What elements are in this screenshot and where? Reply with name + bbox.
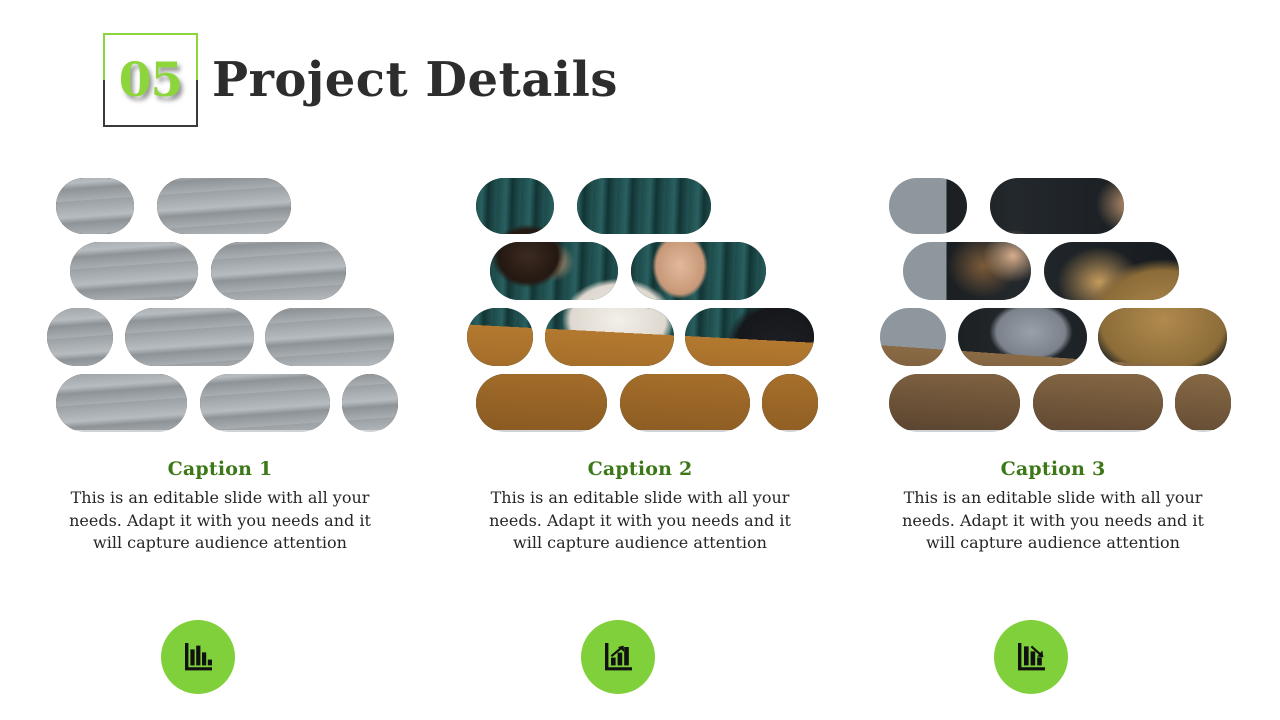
collage-photo-fragment <box>545 308 674 366</box>
caption-body-3: This is an editable slide with all your … <box>902 488 1204 552</box>
collage-tile <box>880 308 946 366</box>
collage-photo-fragment <box>958 308 1087 366</box>
caption-body-1: This is an editable slide with all your … <box>69 488 371 552</box>
collage-photo-fragment <box>342 374 398 430</box>
icon-badge-3[interactable] <box>994 620 1068 694</box>
collage-photo-fragment <box>56 374 187 430</box>
collage-tile <box>125 308 254 366</box>
collage-tile <box>490 242 618 300</box>
collage-tile <box>889 374 1020 432</box>
icon-badge-1[interactable] <box>161 620 235 694</box>
bar-chart-decline-arrow-icon <box>1014 640 1048 674</box>
collage-tile <box>56 374 187 432</box>
collage-photo-fragment <box>56 178 134 234</box>
collage-tile <box>157 178 291 234</box>
collage-tile <box>467 308 533 366</box>
collage-tile <box>47 308 113 366</box>
collage-tile <box>211 242 346 300</box>
content-column-3: Caption 3 This is an editable slide with… <box>863 170 1243 710</box>
collage-tile <box>631 242 766 300</box>
collage-tile <box>990 178 1124 234</box>
caption-block-3: Caption 3 This is an editable slide with… <box>863 458 1243 555</box>
photo-collage-2 <box>450 170 830 432</box>
collage-photo-fragment <box>1098 308 1227 366</box>
icon-badge-2[interactable] <box>581 620 655 694</box>
collage-tile <box>620 374 750 432</box>
collage-photo-fragment <box>762 374 818 430</box>
collage-tile <box>545 308 674 366</box>
content-column-2: Caption 2 This is an editable slide with… <box>450 170 830 710</box>
collage-tile <box>903 242 1031 300</box>
section-number: 05 <box>118 52 183 108</box>
collage-tile <box>1098 308 1227 366</box>
collage-photo-fragment <box>620 374 750 430</box>
collage-photo-fragment <box>631 242 766 300</box>
collage-photo-fragment <box>889 374 1020 430</box>
collage-photo-fragment <box>476 178 554 234</box>
collage-tile <box>577 178 711 234</box>
collage-photo-fragment <box>990 178 1124 234</box>
content-columns: Caption 1 This is an editable slide with… <box>0 170 1280 710</box>
collage-photo-fragment <box>1175 374 1231 430</box>
collage-photo-fragment <box>265 308 394 366</box>
collage-tile <box>889 178 967 234</box>
collage-photo-fragment <box>490 242 618 300</box>
collage-photo-fragment <box>685 308 814 366</box>
collage-tile <box>56 178 134 234</box>
collage-tile <box>958 308 1087 366</box>
collage-photo-fragment <box>889 178 967 234</box>
collage-tile <box>200 374 330 432</box>
collage-photo-fragment <box>903 242 1031 300</box>
caption-title-3: Caption 3 <box>1000 458 1106 480</box>
collage-photo-fragment <box>1033 374 1163 430</box>
collage-tile <box>1033 374 1163 432</box>
caption-body-2: This is an editable slide with all your … <box>489 488 791 552</box>
page-title: Project Details <box>212 52 618 108</box>
collage-tile <box>265 308 394 366</box>
slide-canvas: 05 Project Details Caption 1 This is an … <box>0 0 1280 720</box>
collage-photo-fragment <box>47 308 113 366</box>
collage-photo-fragment <box>70 242 198 300</box>
collage-tile <box>685 308 814 366</box>
collage-tile <box>1044 242 1179 300</box>
collage-tile <box>342 374 398 432</box>
collage-photo-fragment <box>476 374 607 430</box>
caption-block-2: Caption 2 This is an editable slide with… <box>450 458 830 555</box>
bar-chart-descending-icon <box>181 640 215 674</box>
caption-block-1: Caption 1 This is an editable slide with… <box>30 458 410 555</box>
collage-photo-fragment <box>200 374 330 430</box>
collage-photo-fragment <box>1044 242 1179 300</box>
slide-header: 05 Project Details <box>103 33 618 127</box>
collage-tile <box>476 178 554 234</box>
collage-tile <box>476 374 607 432</box>
section-number-box: 05 <box>103 33 198 127</box>
caption-title-1: Caption 1 <box>167 458 273 480</box>
collage-photo-fragment <box>157 178 291 234</box>
photo-collage-1 <box>30 170 410 432</box>
bar-chart-growth-arrow-icon <box>601 640 635 674</box>
collage-photo-fragment <box>467 308 533 366</box>
collage-tile <box>762 374 818 432</box>
collage-photo-fragment <box>211 242 346 300</box>
collage-photo-fragment <box>880 308 946 366</box>
collage-photo-fragment <box>577 178 711 234</box>
caption-title-2: Caption 2 <box>587 458 693 480</box>
collage-photo-fragment <box>125 308 254 366</box>
collage-tile <box>70 242 198 300</box>
content-column-1: Caption 1 This is an editable slide with… <box>30 170 410 710</box>
collage-tile <box>1175 374 1231 432</box>
photo-collage-3 <box>863 170 1243 432</box>
